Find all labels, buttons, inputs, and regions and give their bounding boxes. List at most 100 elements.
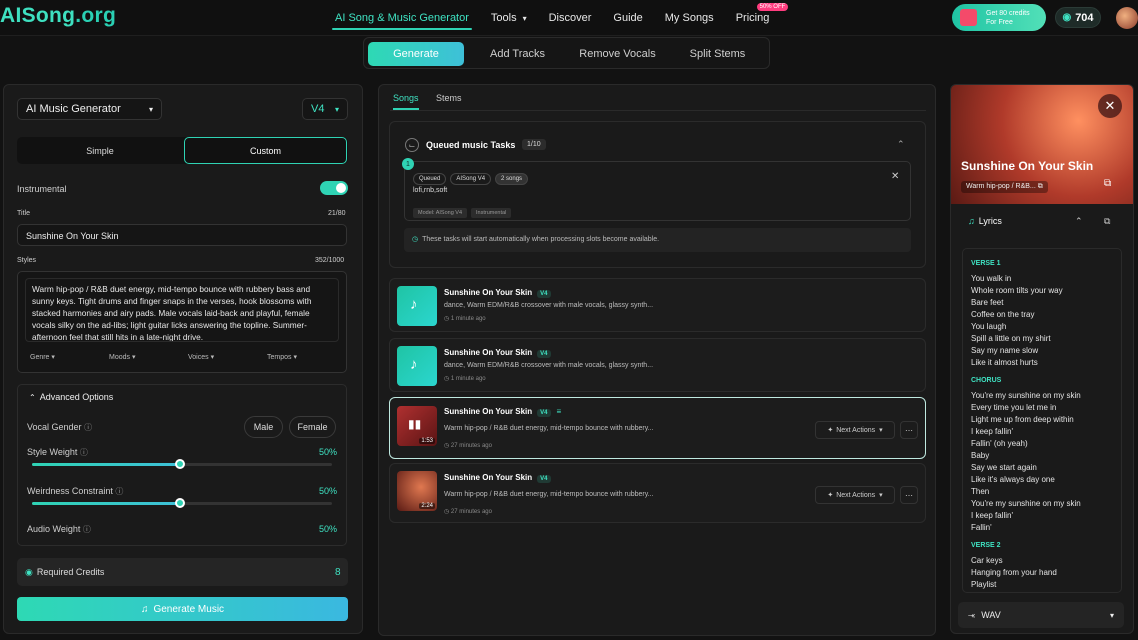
tab-split-stems[interactable]: Split Stems <box>670 42 765 66</box>
song-time-text: 1 minute ago <box>450 376 486 382</box>
format-select[interactable]: ⤛ WAV ▾ <box>958 602 1124 628</box>
nav-discover[interactable]: Discover <box>538 0 603 36</box>
song-time-text: 1 minute ago <box>450 316 486 322</box>
weirdness-slider[interactable] <box>32 498 332 508</box>
nav-pricing-label: Pricing <box>735 12 770 24</box>
info-icon: ⓘ <box>84 423 93 432</box>
info-icon: ⓘ <box>115 487 124 496</box>
voices-chip[interactable]: Voices ▾ <box>188 353 214 361</box>
detail-style-tag[interactable]: Warm hip-pop / R&B... ⧉ <box>961 181 1048 193</box>
genre-chip-label: Genre <box>30 354 50 361</box>
credits-balance[interactable]: ◉ 704 <box>1055 7 1101 28</box>
song-count-tag: 2 songs <box>495 173 529 185</box>
mode-custom-button[interactable]: Custom <box>184 137 347 164</box>
coin-icon: ◉ <box>25 567 33 577</box>
song-title-text: Sunshine On Your Skin <box>444 473 533 482</box>
next-actions-label: Next Actions <box>836 491 876 499</box>
nav-tools-label: Tools <box>490 12 517 24</box>
genre-chip[interactable]: Genre ▾ <box>30 353 55 361</box>
styles-textarea[interactable]: Warm hip-pop / R&B duet energy, mid-temp… <box>25 278 339 342</box>
close-icon[interactable]: ✕ <box>1098 94 1122 118</box>
close-icon[interactable]: ✕ <box>891 171 899 182</box>
moods-chip-label: Moods <box>109 354 131 361</box>
lyric-line: Playlist <box>971 580 997 589</box>
song-title: Sunshine On Your Skin V4 <box>444 288 551 298</box>
discount-badge: 50% OFF <box>756 3 789 11</box>
site-logo[interactable]: AISong.org <box>0 4 116 28</box>
next-actions-button[interactable]: ✦ Next Actions ▾ <box>815 421 895 439</box>
nav-song-generator[interactable]: AI Song & Music Generator <box>324 0 480 36</box>
wand-icon: ✦ <box>827 427 834 434</box>
share-icon[interactable]: ⧉ <box>1104 178 1111 189</box>
tab-songs[interactable]: Songs <box>393 93 419 110</box>
tab-generate[interactable]: Generate <box>368 42 464 66</box>
info-icon: ⓘ <box>79 448 88 457</box>
nav-my-songs[interactable]: My Songs <box>654 0 725 36</box>
clock-icon: ◷ <box>412 236 419 243</box>
more-options-button[interactable]: ⋯ <box>900 421 918 439</box>
weirdness-label: Weirdness Constraint ⓘ <box>27 486 123 497</box>
song-card[interactable]: ♪ Sunshine On Your Skin V4 dance, Warm ED… <box>389 278 926 332</box>
top-nav: AISong.org AI Song & Music Generator Too… <box>0 0 1138 36</box>
slider-handle[interactable] <box>175 459 185 469</box>
generate-music-button[interactable]: ♫ Generate Music <box>17 597 348 621</box>
lyric-line: You're my sunshine on my skin <box>971 499 1081 508</box>
download-icon: ⤛ <box>968 609 976 620</box>
styles-char-count: 352/1000 <box>315 257 345 264</box>
instrumental-toggle[interactable] <box>320 181 348 195</box>
slider-handle[interactable] <box>175 498 185 508</box>
song-time: ◷ 1 minute ago <box>444 375 486 382</box>
song-card[interactable]: ♪ Sunshine On Your Skin V4 dance, Warm ED… <box>389 338 926 392</box>
tempos-chip[interactable]: Tempos ▾ <box>267 353 297 361</box>
style-weight-text: Style Weight <box>27 447 78 457</box>
tab-stems[interactable]: Stems <box>436 93 462 103</box>
lyric-line: Then <box>971 487 990 496</box>
chevron-up-icon: ⌃ <box>29 393 36 402</box>
male-button[interactable]: Male <box>244 416 283 438</box>
female-button[interactable]: Female <box>289 416 336 438</box>
moods-chip[interactable]: Moods ▾ <box>109 353 135 361</box>
advanced-options-toggle[interactable]: ⌃ Advanced Options <box>29 392 113 402</box>
chevron-down-icon: ▾ <box>293 354 297 361</box>
music-note-icon: ♫ <box>140 603 149 615</box>
next-actions-label: Next Actions <box>836 426 876 434</box>
chevron-up-icon[interactable]: ⌃ <box>897 139 905 150</box>
verse-1-heading: VERSE 1 <box>971 260 1001 267</box>
song-card-selected[interactable]: ▮▮ 1:53 Sunshine On Your Skin V4 ≡ Warm hip… <box>389 397 926 459</box>
vocal-gender-label: Vocal Gender ⓘ <box>27 422 92 433</box>
song-card[interactable]: 2:24 Sunshine On Your Skin V4 Warm hip-po… <box>389 463 926 523</box>
lyric-line: Say we start again <box>971 463 1037 472</box>
clock-icon: ◷ <box>444 376 450 382</box>
version-select-value: V4 <box>311 103 325 115</box>
nav-pricing[interactable]: Pricing 50% OFF <box>725 0 789 36</box>
clock-icon: ⌙ <box>405 138 419 152</box>
style-weight-slider[interactable] <box>32 459 332 469</box>
nav-tools[interactable]: Tools ▾ <box>480 0 538 36</box>
song-cover: ♪ <box>397 286 437 326</box>
tempos-chip-label: Tempos <box>267 354 292 361</box>
tab-remove-vocals[interactable]: Remove Vocals <box>570 42 665 66</box>
version-select[interactable]: V4 ▾ <box>302 98 348 120</box>
free-credits-promo[interactable]: Get 80 credits For Free <box>952 4 1046 31</box>
song-title: Sunshine On Your Skin V4 <box>444 473 551 483</box>
avatar[interactable] <box>1116 7 1138 29</box>
queue-meta: Model: AISong V4 Instrumental <box>413 203 515 218</box>
chevron-up-icon[interactable]: ⌃ <box>1075 216 1083 227</box>
song-description: dance, Warm EDM/R&B crossover with male … <box>444 302 654 309</box>
waveform-icon: ▮▮ <box>408 417 422 431</box>
model-tag: AISong V4 <box>450 173 492 185</box>
song-title: Sunshine On Your Skin V4 <box>444 348 551 358</box>
mode-simple-button[interactable]: Simple <box>17 137 183 164</box>
queue-notice-label: These tasks will start automatically whe… <box>422 236 660 243</box>
music-note-icon: ♪ <box>410 296 418 313</box>
model-select[interactable]: AI Music Generator ▾ <box>17 98 162 120</box>
title-input[interactable]: Sunshine On Your Skin <box>17 224 347 246</box>
song-title-text: Sunshine On Your Skin <box>444 288 533 297</box>
next-actions-button[interactable]: ✦ Next Actions ▾ <box>815 486 895 504</box>
tab-add-tracks[interactable]: Add Tracks <box>470 42 565 66</box>
lyric-line: Hanging from your hand <box>971 568 1057 577</box>
lyric-line: I keep fallin' <box>971 511 1013 520</box>
copy-icon[interactable]: ⧉ <box>1104 216 1110 227</box>
more-options-button[interactable]: ⋯ <box>900 486 918 504</box>
nav-guide[interactable]: Guide <box>602 0 653 36</box>
